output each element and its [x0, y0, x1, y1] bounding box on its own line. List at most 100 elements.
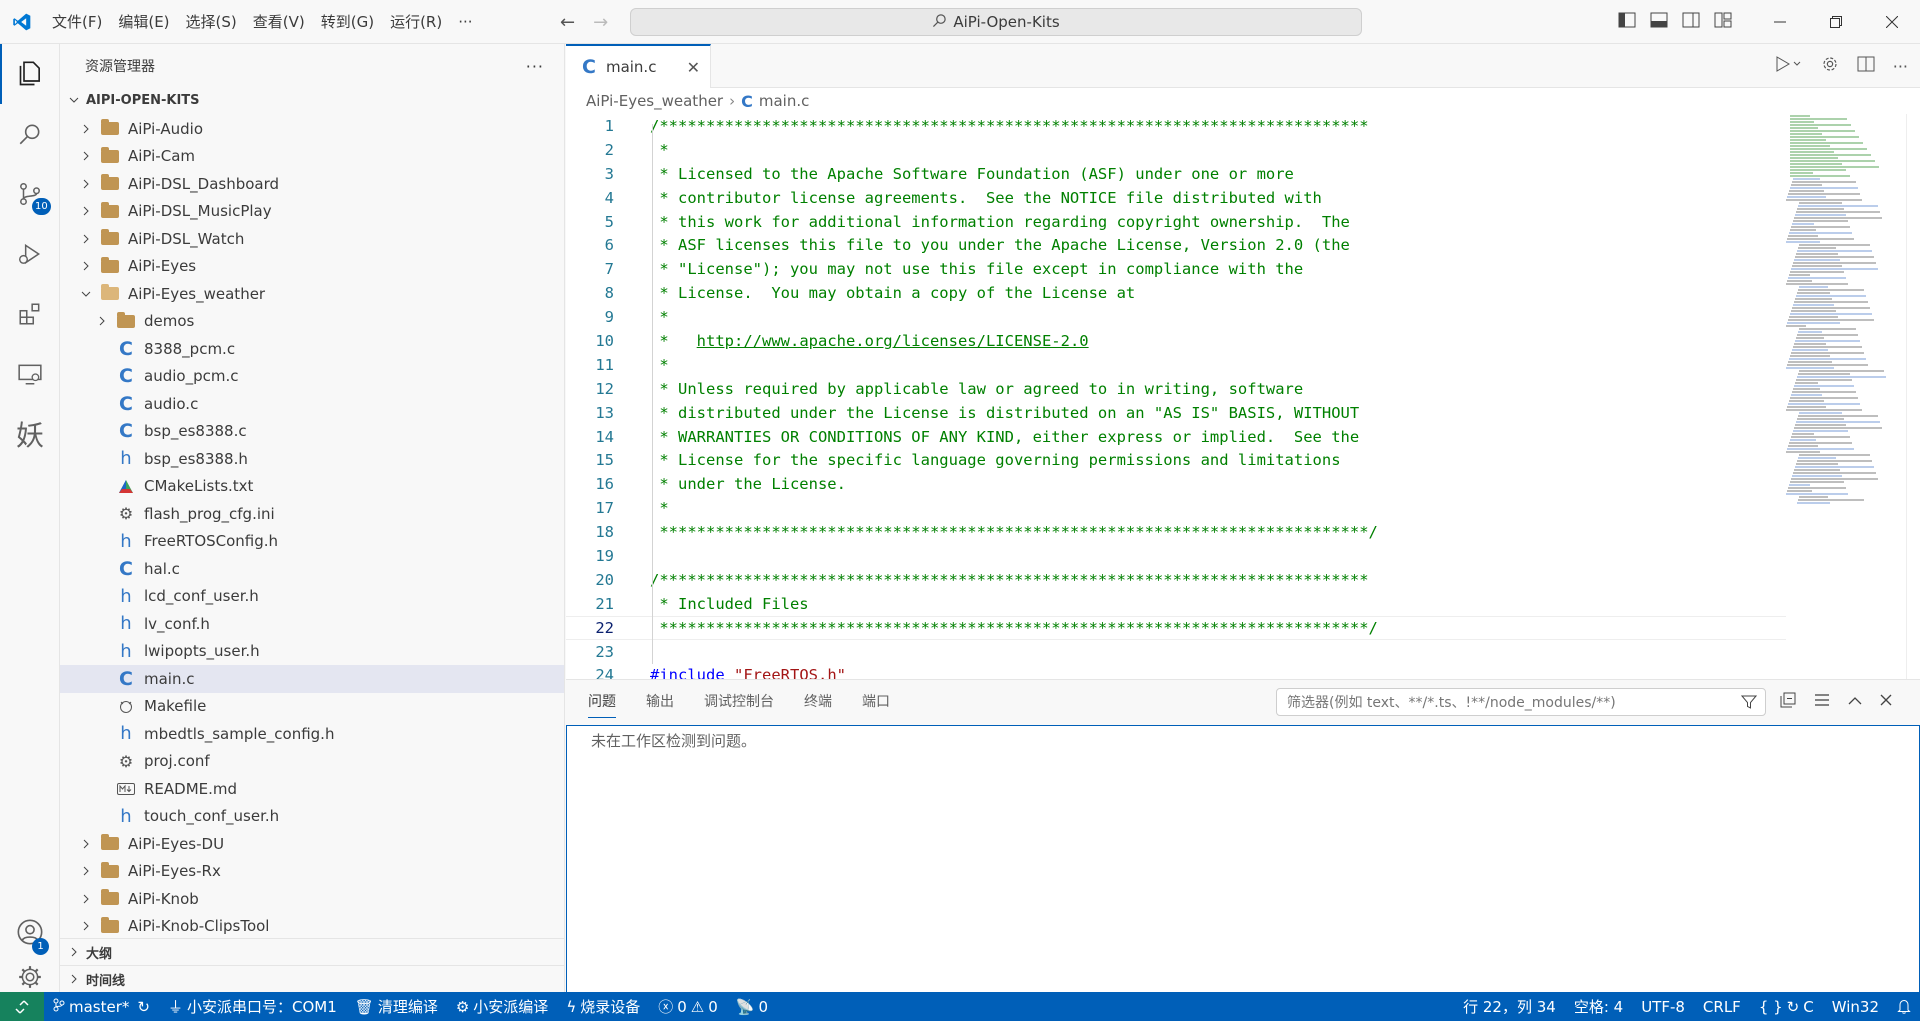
folder-item[interactable]: AiPi-Knob — [60, 885, 564, 913]
file-item[interactable]: Caudio_pcm.c — [60, 363, 564, 391]
file-item[interactable]: h FreeRTOSConfig.h — [60, 528, 564, 556]
file-item[interactable]: h bsp_es8388.h — [60, 445, 564, 473]
language-mode[interactable]: { } ↻ C — [1750, 998, 1823, 1016]
extensions-icon[interactable] — [0, 284, 60, 344]
menu-file[interactable]: 文件(F) — [44, 0, 110, 44]
toggle-primary-sidebar-icon[interactable] — [1618, 12, 1636, 32]
file-item[interactable]: Makefile — [60, 693, 564, 721]
file-item[interactable]: Cbsp_es8388.c — [60, 418, 564, 446]
settings-gear-icon[interactable] — [1821, 55, 1839, 77]
file-item[interactable]: h touch_conf_user.h — [60, 803, 564, 831]
custom-extension-icon[interactable]: 妖 — [0, 404, 60, 464]
platform[interactable]: Win32 — [1823, 998, 1888, 1016]
customize-layout-icon[interactable] — [1714, 12, 1732, 32]
folder-item[interactable]: AiPi-DSL_Dashboard — [60, 170, 564, 198]
file-item[interactable]: ⚙ flash_prog_cfg.ini — [60, 500, 564, 528]
run-dropdown-icon[interactable] — [1775, 55, 1803, 77]
git-branch[interactable]: master* ↻ — [44, 998, 159, 1016]
indentation[interactable]: 空格: 4 — [1565, 996, 1632, 1017]
search-view-icon[interactable] — [0, 104, 60, 164]
manage-gear-icon[interactable] — [0, 962, 60, 992]
folder-item[interactable]: AiPi-Audio — [60, 115, 564, 143]
folder-item[interactable]: AiPi-Cam — [60, 143, 564, 171]
remote-explorer-icon[interactable] — [0, 344, 60, 404]
build[interactable]: ⚙ 小安派编译 — [447, 996, 557, 1017]
back-arrow-icon[interactable]: ← — [560, 12, 575, 33]
tab-terminal[interactable]: 终端 — [804, 691, 832, 711]
command-center[interactable]: AiPi-Open-Kits — [630, 8, 1362, 36]
remote-indicator-icon[interactable] — [0, 992, 44, 1021]
run-debug-icon[interactable] — [0, 224, 60, 284]
restore-icon[interactable] — [1808, 0, 1864, 44]
folder-item[interactable]: AiPi-Eyes_weather — [60, 280, 564, 308]
code-editor[interactable]: 1 /**************************************… — [566, 114, 1786, 679]
folder-item[interactable]: demos — [60, 308, 564, 336]
menu-more[interactable]: ··· — [450, 0, 480, 44]
close-icon[interactable]: ✕ — [687, 58, 700, 77]
end-of-line[interactable]: CRLF — [1694, 998, 1750, 1016]
encoding[interactable]: UTF-8 — [1632, 998, 1694, 1016]
outline-section[interactable]: 大纲 — [60, 938, 565, 965]
tab-ports[interactable]: 端口 — [862, 691, 890, 711]
minimize-icon[interactable] — [1752, 0, 1808, 44]
menu-selection[interactable]: 选择(S) — [178, 0, 245, 44]
menu-view[interactable]: 查看(V) — [245, 0, 313, 44]
workspace-root[interactable]: AIPI-OPEN-KITS — [60, 88, 564, 112]
sync-icon[interactable]: ↻ — [137, 998, 150, 1016]
menu-go[interactable]: 转到(G) — [313, 0, 382, 44]
file-item[interactable]: ⚙ proj.conf — [60, 748, 564, 776]
tab-debug-console[interactable]: 调试控制台 — [704, 691, 774, 711]
folder-item[interactable]: AiPi-Knob-ClipsTool — [60, 913, 564, 941]
split-editor-icon[interactable] — [1857, 56, 1875, 76]
serial-port[interactable]: ⏚ 小安派串口号：COM1 — [159, 996, 346, 1017]
file-item[interactable]: Caudio.c — [60, 390, 564, 418]
flash-device[interactable]: ϟ 烧录设备 — [557, 996, 649, 1017]
notifications-bell-icon[interactable] — [1888, 999, 1920, 1014]
tab-main-c[interactable]: C main.c ✕ — [566, 44, 711, 88]
close-window-icon[interactable] — [1864, 0, 1920, 44]
folder-item[interactable]: AiPi-Eyes-DU — [60, 830, 564, 858]
menu-run[interactable]: 运行(R) — [382, 0, 450, 44]
file-item[interactable]: CMakeLists.txt — [60, 473, 564, 501]
accounts-icon[interactable]: 1 — [0, 902, 60, 962]
file-item[interactable]: C 8388_pcm.c — [60, 335, 564, 363]
code-line: 8 * License. You may obtain a copy of th… — [566, 281, 1786, 305]
file-item[interactable]: README.md — [60, 775, 564, 803]
maximize-panel-icon[interactable] — [1848, 694, 1862, 710]
folder-item[interactable]: AiPi-DSL_MusicPlay — [60, 198, 564, 226]
file-item[interactable]: h mbedtls_sample_config.h — [60, 720, 564, 748]
file-item[interactable]: h lwipopts_user.h — [60, 638, 564, 666]
file-item[interactable]: h lv_conf.h — [60, 610, 564, 638]
problems-summary[interactable]: ⓧ 0 ⚠ 0 — [649, 996, 727, 1017]
folder-item[interactable]: AiPi-DSL_Watch — [60, 225, 564, 253]
menu-edit[interactable]: 编辑(E) — [110, 0, 177, 44]
source-control-icon[interactable]: 10 — [0, 164, 60, 224]
folder-item[interactable]: AiPi-Eyes — [60, 253, 564, 281]
timeline-section[interactable]: 时间线 — [60, 965, 565, 992]
filter-icon[interactable] — [1740, 694, 1758, 714]
toggle-secondary-sidebar-icon[interactable] — [1682, 12, 1700, 32]
file-item[interactable]: Cmain.c — [60, 665, 564, 693]
license-link[interactable]: http://www.apache.org/licenses/LICENSE-2… — [697, 332, 1089, 350]
problems-filter-input[interactable]: 筛选器(例如 text、**/*.ts、!**/node_modules/**) — [1276, 688, 1766, 716]
explorer-more-actions[interactable]: ··· — [526, 57, 544, 76]
folder-item[interactable]: AiPi-Eyes-Rx — [60, 858, 564, 886]
explorer-icon[interactable] — [0, 44, 60, 104]
more-actions-icon[interactable]: ··· — [1893, 57, 1908, 76]
breadcrumb-file[interactable]: main.c — [759, 92, 810, 110]
tab-output[interactable]: 输出 — [646, 691, 674, 711]
minimap[interactable] — [1786, 114, 1908, 679]
close-panel-icon[interactable] — [1880, 694, 1892, 710]
file-item[interactable]: Chal.c — [60, 555, 564, 583]
tab-problems[interactable]: 问题 — [588, 691, 616, 718]
clean-build[interactable]: 🗑 清理编译 — [346, 996, 447, 1017]
view-as-list-icon[interactable] — [1814, 693, 1830, 711]
forward-arrow-icon[interactable]: → — [593, 12, 608, 33]
file-item[interactable]: h lcd_conf_user.h — [60, 583, 564, 611]
toggle-panel-icon[interactable] — [1650, 12, 1668, 32]
collapse-all-icon[interactable] — [1780, 692, 1796, 712]
ports-forwarded[interactable]: 📡 0 — [727, 998, 777, 1016]
editor-scrollbar[interactable] — [1906, 114, 1920, 679]
cursor-position[interactable]: 行 22，列 34 — [1454, 996, 1565, 1017]
breadcrumb-folder[interactable]: AiPi-Eyes_weather — [586, 92, 723, 110]
